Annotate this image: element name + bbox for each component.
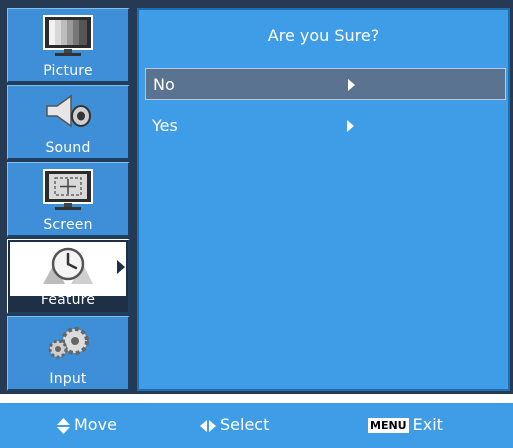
help-select: Select bbox=[200, 415, 269, 434]
tab-sound-label: Sound bbox=[45, 140, 91, 156]
sidebar: Picture Sound Screen Feature Input bbox=[7, 8, 130, 391]
help-exit-label: Exit bbox=[412, 415, 443, 434]
tab-input[interactable]: Input bbox=[7, 316, 130, 391]
dialog-title: Are you Sure? bbox=[267, 26, 380, 45]
option-yes-label: Yes bbox=[152, 116, 178, 135]
tab-feature-pointer-icon bbox=[117, 260, 125, 274]
help-move-label: Move bbox=[74, 415, 117, 434]
gears-icon bbox=[48, 327, 89, 359]
option-no-label: No bbox=[153, 75, 175, 94]
option-no[interactable]: No bbox=[145, 68, 506, 100]
help-exit: MENU Exit bbox=[368, 415, 443, 434]
picture-icon bbox=[43, 15, 93, 56]
confirm-dialog: Are you Sure? No Yes bbox=[137, 8, 510, 391]
osd-menu: Picture Sound Screen Feature Input Are y… bbox=[0, 0, 513, 394]
tab-feature[interactable]: Feature bbox=[7, 239, 130, 314]
tab-picture[interactable]: Picture bbox=[7, 8, 130, 83]
tab-sound[interactable]: Sound bbox=[7, 85, 130, 160]
up-down-arrows-icon bbox=[57, 417, 70, 434]
arrow-right-icon bbox=[348, 79, 355, 91]
arrow-right-icon bbox=[347, 120, 354, 132]
menu-key-badge: MENU bbox=[368, 418, 409, 433]
tab-feature-label: Feature bbox=[40, 292, 96, 308]
option-yes[interactable]: Yes bbox=[145, 110, 506, 142]
tab-input-label: Input bbox=[49, 371, 87, 387]
clock-icon bbox=[43, 247, 93, 284]
screen-icon bbox=[43, 169, 93, 210]
tab-screen[interactable]: Screen bbox=[7, 162, 130, 237]
tab-picture-label: Picture bbox=[43, 63, 93, 79]
tab-screen-label: Screen bbox=[43, 217, 93, 233]
speaker-icon bbox=[46, 94, 91, 128]
left-right-arrows-icon bbox=[200, 419, 216, 432]
help-select-label: Select bbox=[220, 415, 270, 434]
help-move: Move bbox=[57, 415, 117, 434]
help-bar: Move Select MENU Exit bbox=[0, 403, 513, 448]
